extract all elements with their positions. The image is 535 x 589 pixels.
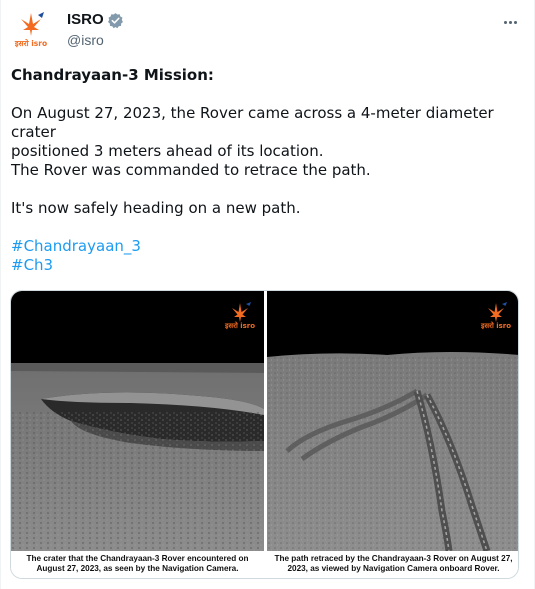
caption-right: The path retraced by the Chandrayaan-3 R… — [267, 551, 518, 578]
more-options-icon[interactable] — [500, 14, 520, 30]
avatar-logo-text: इसरो isro — [14, 39, 47, 48]
tweet-line-4: It's now safely heading on a new path. — [11, 199, 301, 217]
tweet-heading: Chandrayaan-3 Mission: — [11, 66, 214, 84]
caption-left-line-2: August 27, 2023, as seen by the Navigati… — [36, 564, 239, 573]
caption-left-line-1: The crater that the Chandrayaan-3 Rover … — [26, 554, 249, 563]
media-attachment[interactable]: इसरो isro The crater that the Chandrayaa… — [10, 290, 519, 579]
caption-left: The crater that the Chandrayaan-3 Rover … — [11, 551, 264, 578]
avatar[interactable]: इसरो isro — [11, 10, 51, 50]
isro-watermark-left: इसरो isro — [221, 301, 259, 333]
tweet-line-1: On August 27, 2023, the Rover came acros… — [11, 104, 494, 141]
caption-right-line-2: 2023, as viewed by Navigation Camera onb… — [287, 564, 500, 573]
isro-watermark-right: इसरो isro — [477, 301, 515, 333]
user-handle[interactable]: @isro — [67, 31, 104, 49]
watermark-text-left: इसरो isro — [224, 322, 256, 330]
display-name[interactable]: ISRO — [67, 11, 104, 29]
verified-badge-icon[interactable] — [107, 12, 124, 29]
tweet-header: इसरो isro ISRO @isro — [11, 10, 526, 50]
isro-logo-icon: इसरो isro — [14, 12, 47, 48]
crater-image[interactable]: इसरो isro — [11, 291, 264, 551]
hashtag-chandrayaan3[interactable]: #Chandrayaan_3 — [11, 237, 141, 255]
hashtag-ch3[interactable]: #Ch3 — [11, 256, 53, 274]
tweet-line-3: The Rover was commanded to retrace the p… — [11, 161, 371, 179]
caption-right-line-1: The path retraced by the Chandrayaan-3 R… — [274, 554, 513, 563]
rover-path-image[interactable]: इसरो isro — [267, 291, 518, 551]
tweet-card: इसरो isro ISRO @isro Chandrayaan-3 Missi… — [0, 0, 535, 589]
tweet-line-2: positioned 3 meters ahead of its locatio… — [11, 142, 324, 160]
tweet-text: Chandrayaan-3 Mission: On August 27, 202… — [11, 66, 521, 275]
watermark-text-right: इसरो isro — [480, 322, 512, 330]
